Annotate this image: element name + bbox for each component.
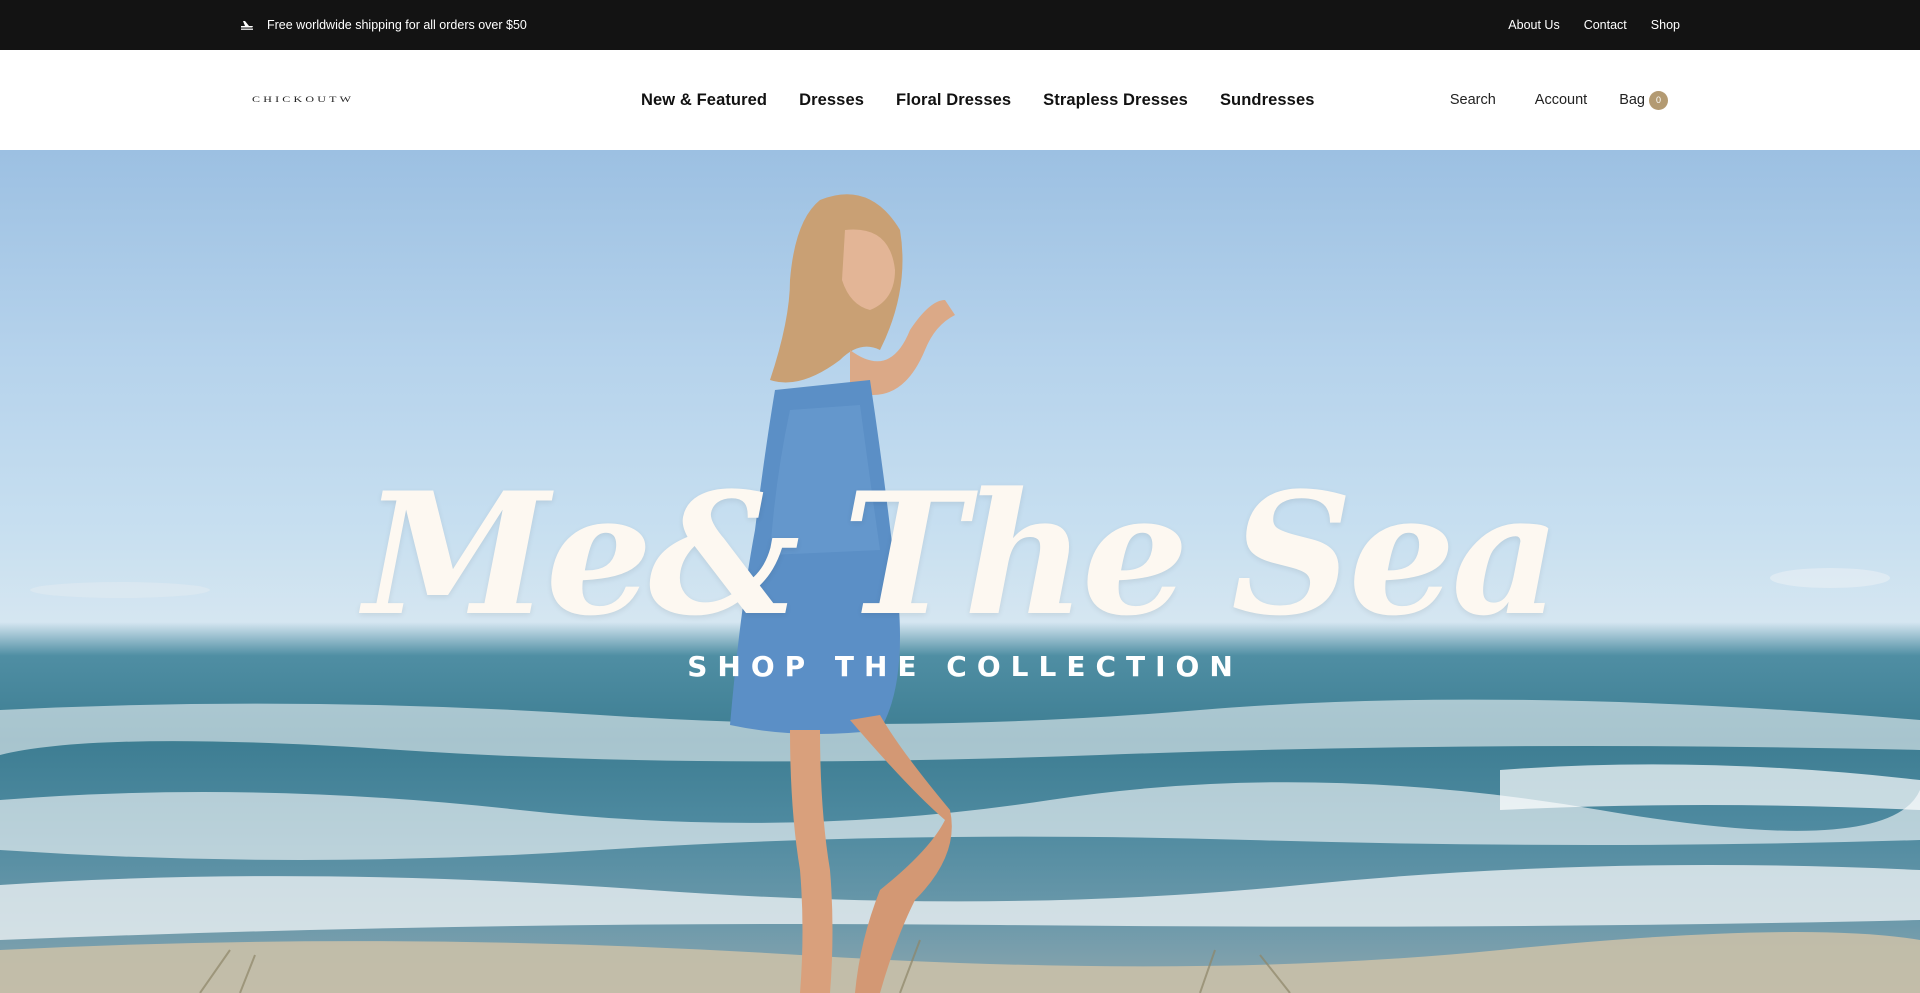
nav-floral-dresses[interactable]: Floral Dresses [896, 91, 1011, 110]
hero-title[interactable]: Me& The Sea [0, 470, 1920, 638]
bag-label: Bag [1619, 92, 1645, 108]
shipping-text: Free worldwide shipping for all orders o… [267, 18, 527, 32]
shop-link[interactable]: Shop [1651, 18, 1680, 32]
account-link[interactable]: Account [1535, 92, 1587, 108]
search-link[interactable]: Search [1450, 92, 1496, 108]
utility-nav: About Us Contact Shop [1508, 0, 1680, 50]
site-header: CHICKOUTW New & Featured Dresses Floral … [0, 50, 1920, 150]
nav-dresses[interactable]: Dresses [799, 91, 864, 110]
bag-button[interactable]: Bag 0 [1619, 90, 1668, 110]
nav-new-featured[interactable]: New & Featured [641, 91, 767, 110]
main-nav: New & Featured Dresses Floral Dresses St… [641, 50, 1315, 150]
bag-count-badge: 0 [1649, 90, 1668, 110]
airplane-icon [240, 20, 254, 30]
about-us-link[interactable]: About Us [1508, 18, 1559, 32]
contact-link[interactable]: Contact [1584, 18, 1627, 32]
nav-sundresses[interactable]: Sundresses [1220, 91, 1315, 110]
shop-collection-link[interactable]: SHOP THE COLLECTION [0, 650, 1920, 683]
announcement-bar: Free worldwide shipping for all orders o… [0, 0, 1920, 50]
header-actions: Search Account Bag 0 [1450, 50, 1668, 150]
site-logo[interactable]: CHICKOUTW [252, 94, 354, 105]
shipping-notice: Free worldwide shipping for all orders o… [240, 0, 527, 50]
nav-strapless-dresses[interactable]: Strapless Dresses [1043, 91, 1188, 110]
hero-banner[interactable]: Me& The Sea SHOP THE COLLECTION [0, 150, 1920, 993]
